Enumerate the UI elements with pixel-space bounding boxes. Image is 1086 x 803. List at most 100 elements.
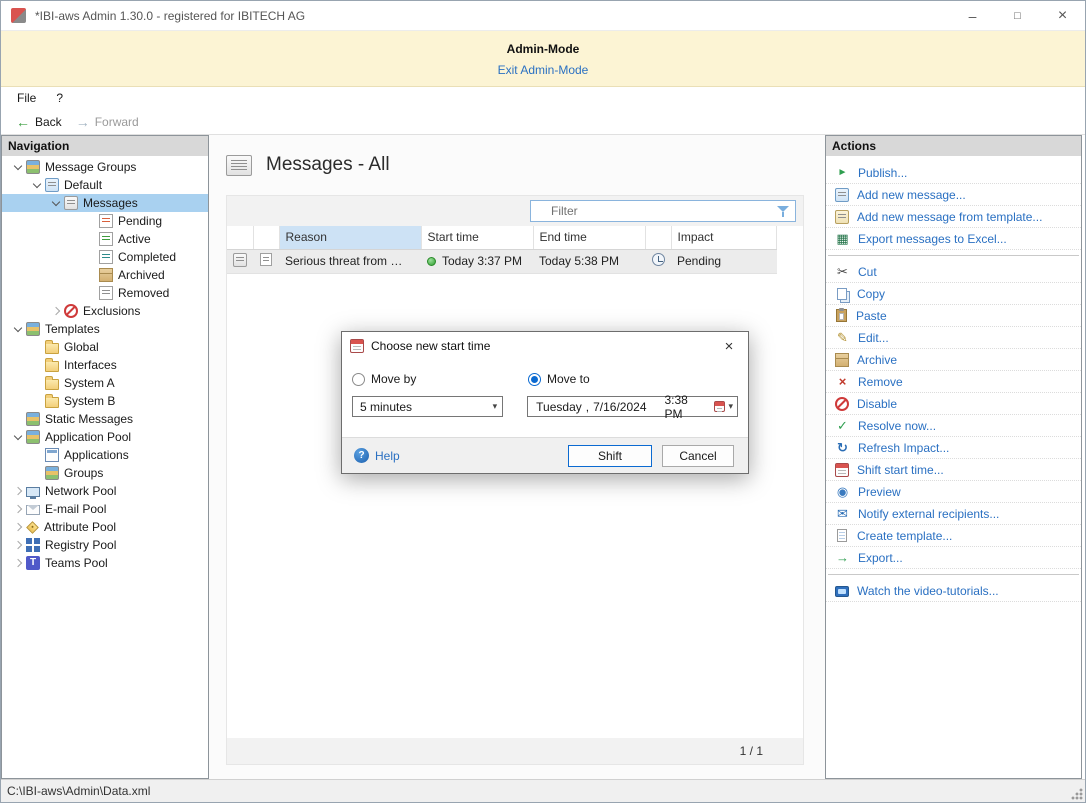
pager-bar: 1 / 1	[227, 738, 803, 764]
tree-item-message-groups[interactable]: Message Groups	[2, 158, 208, 176]
tree-item-system-b[interactable]: System B	[2, 392, 208, 410]
action-resolve-now[interactable]: ✓ Resolve now...	[826, 415, 1081, 437]
exit-admin-mode-link[interactable]: Exit Admin-Mode	[498, 63, 589, 77]
titlebar: *IBI-aws Admin 1.30.0 - registered for I…	[1, 1, 1085, 31]
forward-button[interactable]: → Forward	[69, 110, 146, 134]
tree-item-archived[interactable]: Archived	[2, 266, 208, 284]
action-archive[interactable]: Archive	[826, 349, 1081, 371]
tree-item-groups[interactable]: Groups	[2, 464, 208, 482]
move-by-radio[interactable]: Move by	[352, 372, 528, 386]
chevron-collapsed-icon[interactable]	[10, 555, 26, 571]
refresh-icon: ↻	[835, 440, 850, 455]
move-to-radio[interactable]: Move to	[528, 372, 704, 386]
action-remove[interactable]: × Remove	[826, 371, 1081, 393]
chevron-expanded-icon[interactable]	[10, 159, 26, 175]
tree-item-completed[interactable]: Completed	[2, 248, 208, 266]
layers-icon	[26, 322, 40, 336]
back-button[interactable]: ← Back	[9, 110, 69, 134]
chevron-collapsed-icon[interactable]	[48, 303, 64, 319]
actions-separator	[828, 574, 1079, 575]
calendar-dropdown-button[interactable]: ▾	[710, 401, 733, 412]
page-title: Messages - All	[266, 154, 390, 176]
chevron-expanded-icon[interactable]	[10, 429, 26, 445]
tree-item-teams-pool[interactable]: Teams Pool	[2, 554, 208, 572]
template-page-icon	[837, 529, 847, 542]
message-row[interactable]: Serious threat from … Today 3:37 PM Toda…	[227, 249, 777, 273]
chevron-collapsed-icon[interactable]	[10, 483, 26, 499]
chevron-expanded-icon[interactable]	[48, 195, 64, 211]
tree-item-registry-pool[interactable]: Registry Pool	[2, 536, 208, 554]
action-add-new-message-from-template[interactable]: Add new message from template...	[826, 206, 1081, 228]
tree-item-removed[interactable]: Removed	[2, 284, 208, 302]
action-notify-external-recipients[interactable]: ✉ Notify external recipients...	[826, 503, 1081, 525]
messages-table-wrap: Reason Start time End time Impact	[227, 226, 803, 738]
column-header-impact[interactable]: Impact	[671, 226, 777, 249]
menu-help[interactable]: ?	[46, 87, 73, 109]
date-separator: ,	[586, 400, 589, 414]
tree-item-email-pool[interactable]: E-mail Pool	[2, 500, 208, 518]
tree-item-system-a[interactable]: System A	[2, 374, 208, 392]
maximize-button[interactable]: □	[995, 1, 1040, 31]
archive-box-icon	[99, 268, 113, 282]
action-disable[interactable]: Disable	[826, 393, 1081, 415]
column-header-reason[interactable]: Reason	[279, 226, 421, 249]
tree-item-interfaces[interactable]: Interfaces	[2, 356, 208, 374]
filter-box[interactable]	[530, 200, 796, 222]
action-paste[interactable]: Paste	[826, 305, 1081, 327]
tree-item-exclusions[interactable]: Exclusions	[2, 302, 208, 320]
duration-select[interactable]: 5 minutes ▾	[352, 396, 503, 417]
navigation-panel: Navigation Message Groups Default Messag…	[1, 135, 209, 779]
pending-doc-icon	[99, 214, 113, 228]
message-icon	[45, 178, 59, 192]
column-header-end-time[interactable]: End time	[533, 226, 645, 249]
action-refresh-impact[interactable]: ↻ Refresh Impact...	[826, 437, 1081, 459]
help-link[interactable]: Help	[354, 448, 400, 463]
close-button[interactable]: ×	[1040, 1, 1085, 31]
chevron-expanded-icon[interactable]	[10, 321, 26, 337]
dialog-close-button[interactable]: ×	[710, 332, 748, 360]
tree-item-attribute-pool[interactable]: Attribute Pool	[2, 518, 208, 536]
filter-input[interactable]	[531, 204, 776, 218]
action-publish[interactable]: ► Publish...	[826, 162, 1081, 184]
chevron-expanded-icon[interactable]	[29, 177, 45, 193]
tree-item-pending[interactable]: Pending	[2, 212, 208, 230]
action-cut[interactable]: ✂ Cut	[826, 261, 1081, 283]
menu-file[interactable]: File	[7, 87, 46, 109]
date-value: 7/16/2024	[593, 400, 646, 414]
tree-item-active[interactable]: Active	[2, 230, 208, 248]
action-copy[interactable]: Copy	[826, 283, 1081, 305]
action-edit[interactable]: ✎ Edit...	[826, 327, 1081, 349]
cancel-button[interactable]: Cancel	[662, 445, 734, 467]
action-preview[interactable]: ◉ Preview	[826, 481, 1081, 503]
tree-item-application-pool[interactable]: Application Pool	[2, 428, 208, 446]
actions-separator	[828, 255, 1079, 256]
action-shift-start-time[interactable]: Shift start time...	[826, 459, 1081, 481]
check-icon: ✓	[835, 418, 850, 433]
admin-mode-label: Admin-Mode	[1, 42, 1085, 56]
resize-grip-icon[interactable]	[1070, 787, 1083, 800]
ban-icon	[64, 304, 78, 318]
datetime-picker[interactable]: Tuesday , 7/16/2024 3:38 PM ▾	[527, 396, 738, 417]
layers-icon	[26, 430, 40, 444]
action-export-messages-to-excel[interactable]: ▦ Export messages to Excel...	[826, 228, 1081, 250]
add-message-icon	[835, 188, 849, 202]
mail-icon: ✉	[835, 506, 850, 521]
tree-item-applications[interactable]: Applications	[2, 446, 208, 464]
chevron-collapsed-icon[interactable]	[10, 537, 26, 553]
action-add-new-message[interactable]: Add new message...	[826, 184, 1081, 206]
action-export[interactable]: → Export...	[826, 547, 1081, 569]
tree-item-messages[interactable]: Messages	[2, 194, 208, 212]
action-watch-video-tutorials[interactable]: Watch the video-tutorials...	[826, 580, 1081, 602]
tree-item-templates[interactable]: Templates	[2, 320, 208, 338]
chevron-collapsed-icon[interactable]	[10, 519, 26, 535]
column-header-start-time[interactable]: Start time	[421, 226, 533, 249]
action-create-template[interactable]: Create template...	[826, 525, 1081, 547]
shift-button[interactable]: Shift	[568, 445, 652, 467]
tree-item-static-messages[interactable]: Static Messages	[2, 410, 208, 428]
tree-item-network-pool[interactable]: Network Pool	[2, 482, 208, 500]
tree-item-default[interactable]: Default	[2, 176, 208, 194]
minimize-button[interactable]: –	[950, 1, 995, 31]
tree-item-global[interactable]: Global	[2, 338, 208, 356]
filter-funnel-icon[interactable]	[776, 204, 791, 219]
chevron-collapsed-icon[interactable]	[10, 501, 26, 517]
